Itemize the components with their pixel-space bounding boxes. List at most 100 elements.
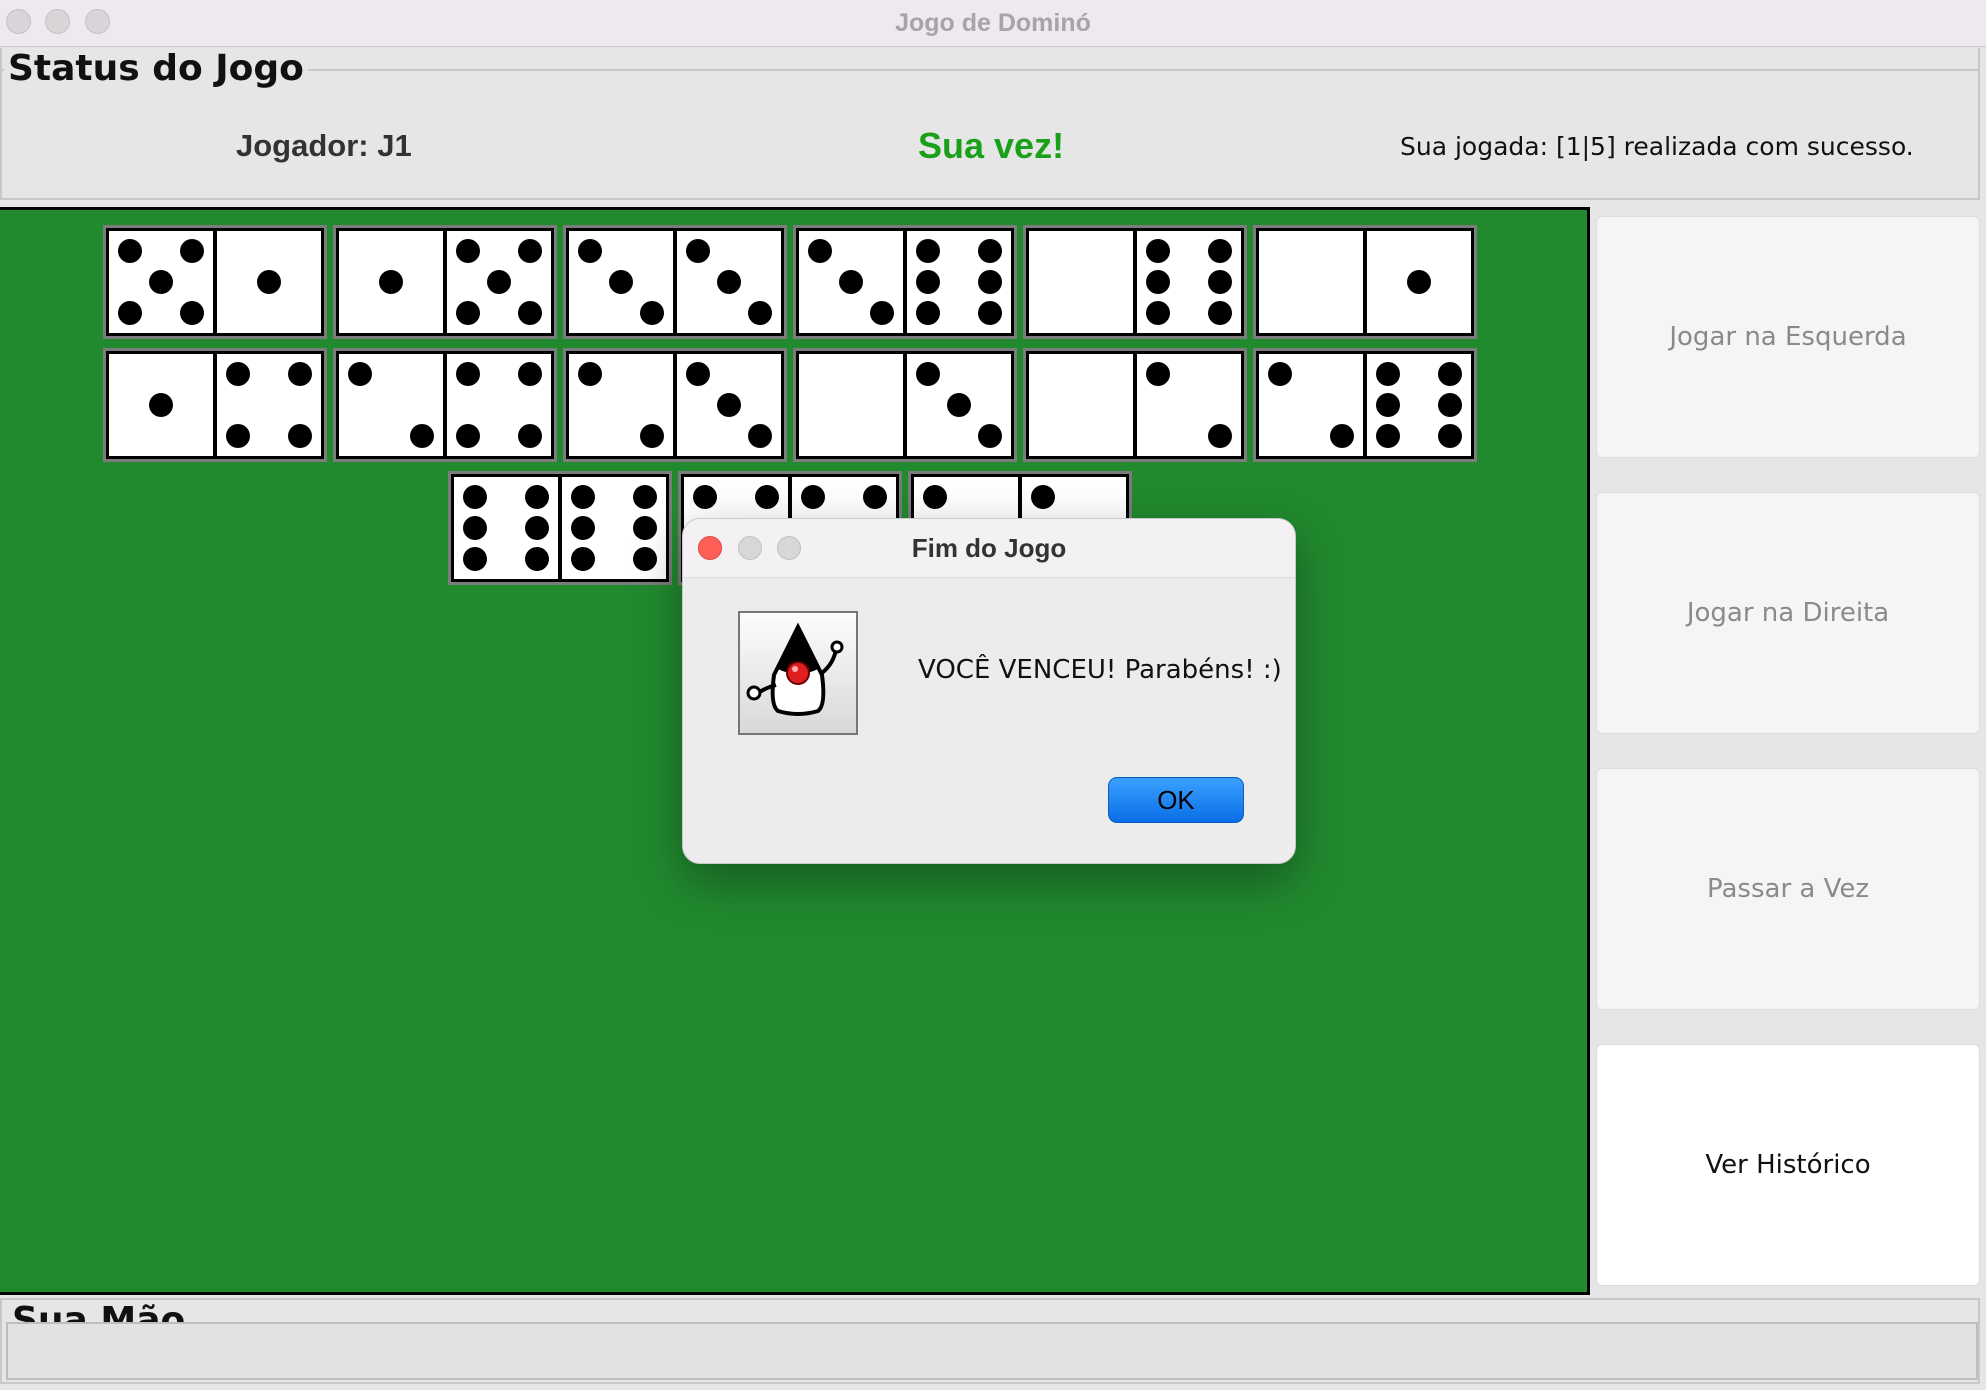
- pip: [633, 516, 658, 540]
- domino-left-half: [1029, 354, 1133, 456]
- ok-button[interactable]: OK: [1108, 777, 1244, 823]
- pip: [1208, 239, 1233, 264]
- pip: [1438, 393, 1463, 417]
- domino-right-half: [677, 354, 781, 456]
- hand-area: [6, 1322, 1978, 1380]
- domino-left-half: [569, 354, 673, 456]
- dialog-close-button[interactable]: [698, 536, 722, 560]
- pip: [149, 270, 173, 294]
- pip: [487, 270, 511, 294]
- domino-right-half: [1137, 231, 1241, 333]
- pip: [518, 362, 543, 387]
- pip: [685, 362, 710, 387]
- pip: [410, 423, 435, 448]
- pip: [1208, 300, 1233, 325]
- pip: [692, 485, 717, 510]
- domino-right-half: [217, 231, 321, 333]
- play-right-button[interactable]: Jogar na Direita: [1596, 492, 1980, 734]
- close-window-button[interactable]: [6, 9, 31, 34]
- pip: [257, 270, 281, 294]
- pip: [717, 270, 741, 294]
- pip: [640, 300, 665, 325]
- pip: [518, 423, 543, 448]
- pip: [288, 362, 313, 387]
- current-player-label: Jogador: J1: [236, 128, 412, 163]
- pip: [225, 423, 250, 448]
- pip: [455, 423, 480, 448]
- play-left-button[interactable]: Jogar na Esquerda: [1596, 216, 1980, 458]
- java-duke-icon: [738, 611, 858, 735]
- pip: [978, 239, 1003, 264]
- pip: [518, 239, 543, 264]
- pip: [570, 516, 595, 540]
- pip: [839, 270, 863, 294]
- domino-right-half: [1367, 354, 1471, 456]
- pip: [863, 485, 888, 510]
- pip: [640, 423, 665, 448]
- pip: [525, 516, 550, 540]
- domino-left-half: [569, 231, 673, 333]
- zoom-window-button[interactable]: [85, 9, 110, 34]
- pip: [1030, 485, 1055, 510]
- pip: [755, 485, 780, 510]
- pip: [1208, 423, 1233, 448]
- domino-left-half: [1259, 354, 1363, 456]
- pass-turn-button[interactable]: Passar a Vez: [1596, 768, 1980, 1010]
- pip: [347, 362, 372, 387]
- last-move-message: Sua jogada: [1|5] realizada com sucesso.: [1400, 132, 1914, 161]
- pip: [180, 239, 205, 264]
- domino-left-half: [454, 477, 558, 579]
- dialog-zoom-button[interactable]: [777, 536, 801, 560]
- pip: [1145, 300, 1170, 325]
- pip: [978, 300, 1003, 325]
- pip: [748, 300, 773, 325]
- dialog-title: Fim do Jogo: [911, 532, 1067, 563]
- pip: [577, 239, 602, 264]
- dialog-minimize-button[interactable]: [738, 536, 762, 560]
- pip: [1145, 270, 1170, 294]
- pip: [922, 485, 947, 510]
- dialog-titlebar: Fim do Jogo: [683, 519, 1295, 578]
- pip: [800, 485, 825, 510]
- domino-tile: [563, 348, 787, 462]
- view-history-button[interactable]: Ver Histórico: [1596, 1044, 1980, 1286]
- pip: [117, 239, 142, 264]
- pip: [609, 270, 633, 294]
- domino-tile: [1253, 225, 1477, 339]
- pip: [978, 270, 1003, 294]
- domino-right-half: [677, 231, 781, 333]
- pip: [947, 393, 971, 417]
- game-over-dialog: Fim do Jogo VOCÊ VENCEU! Parabéns! :) OK: [682, 518, 1296, 864]
- domino-tile: [563, 225, 787, 339]
- window-title: Jogo de Dominó: [895, 8, 1091, 37]
- pip: [1145, 362, 1170, 387]
- pip: [1407, 270, 1431, 294]
- pip: [525, 546, 550, 571]
- domino-right-half: [562, 477, 666, 579]
- pip: [748, 423, 773, 448]
- minimize-window-button[interactable]: [45, 9, 70, 34]
- domino-tile: [333, 348, 557, 462]
- domino-tile: [333, 225, 557, 339]
- pip: [915, 362, 940, 387]
- domino-right-half: [1367, 231, 1471, 333]
- pip: [1267, 362, 1292, 387]
- pip: [870, 300, 895, 325]
- pip: [525, 485, 550, 510]
- pip: [633, 546, 658, 571]
- pip: [915, 300, 940, 325]
- pip: [577, 362, 602, 387]
- pip: [1208, 270, 1233, 294]
- pip: [225, 362, 250, 387]
- domino-left-half: [799, 231, 903, 333]
- pip: [455, 300, 480, 325]
- domino-tile: [1253, 348, 1477, 462]
- domino-left-half: [109, 231, 213, 333]
- domino-left-half: [109, 354, 213, 456]
- domino-right-half: [907, 354, 1011, 456]
- pip: [570, 546, 595, 571]
- domino-right-half: [217, 354, 321, 456]
- domino-left-half: [339, 354, 443, 456]
- pip: [455, 239, 480, 264]
- domino-left-half: [339, 231, 443, 333]
